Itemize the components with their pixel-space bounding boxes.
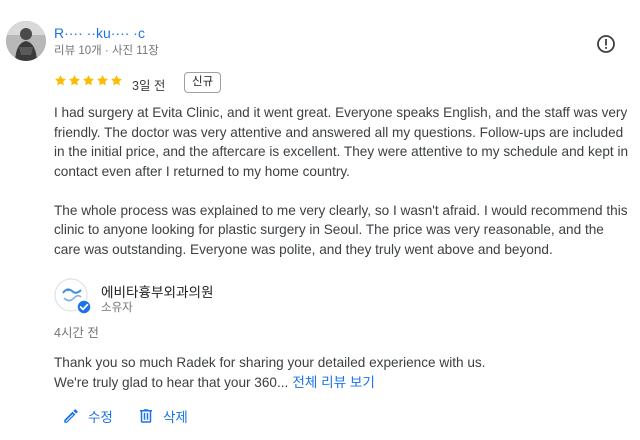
reviewer-meta: 리뷰 10개 · 사진 11장 xyxy=(54,45,159,57)
trash-icon xyxy=(140,409,152,423)
owner-role: 소유자 xyxy=(101,302,133,314)
star-icon xyxy=(111,75,122,86)
reviewer-name[interactable]: R···· ··ku···· ·c xyxy=(54,25,145,41)
delete-reply-button[interactable]: 삭제 xyxy=(137,405,188,427)
star-icon xyxy=(83,75,94,86)
reply-line: We're truly glad to hear that your 360..… xyxy=(54,374,289,390)
reply-line: Thank you so much Radek for sharing your… xyxy=(54,355,486,370)
star-icon xyxy=(97,75,108,86)
review-text: I had surgery at Evita Clinic, and it we… xyxy=(54,103,630,259)
star-icon xyxy=(55,75,66,86)
delete-label: 삭제 xyxy=(163,410,188,425)
owner-name: 에비타흉부외과의원 xyxy=(101,285,214,300)
read-more-link[interactable]: 전체 리뷰 보기 xyxy=(292,375,375,390)
review-paragraph: The whole process was explained to me ve… xyxy=(54,202,628,257)
verified-badge-icon xyxy=(76,299,92,315)
report-icon[interactable] xyxy=(596,34,616,54)
review-date: 3일 전 xyxy=(132,79,166,93)
review-paragraph: I had surgery at Evita Clinic, and it we… xyxy=(54,105,629,179)
pencil-icon xyxy=(64,409,78,423)
edit-reply-button[interactable]: 수정 xyxy=(62,405,113,427)
owner-reply: Thank you so much Radek for sharing your… xyxy=(54,353,630,392)
star-rating xyxy=(54,74,123,90)
edit-label: 수정 xyxy=(88,410,113,425)
reviewer-avatar[interactable] xyxy=(6,21,46,61)
reply-line-truncated: We're truly glad to hear that your 360..… xyxy=(54,373,630,393)
star-icon xyxy=(69,75,80,86)
reply-time: 4시간 전 xyxy=(54,326,99,340)
new-badge: 신규 xyxy=(184,72,222,93)
owner-logo xyxy=(54,278,92,316)
